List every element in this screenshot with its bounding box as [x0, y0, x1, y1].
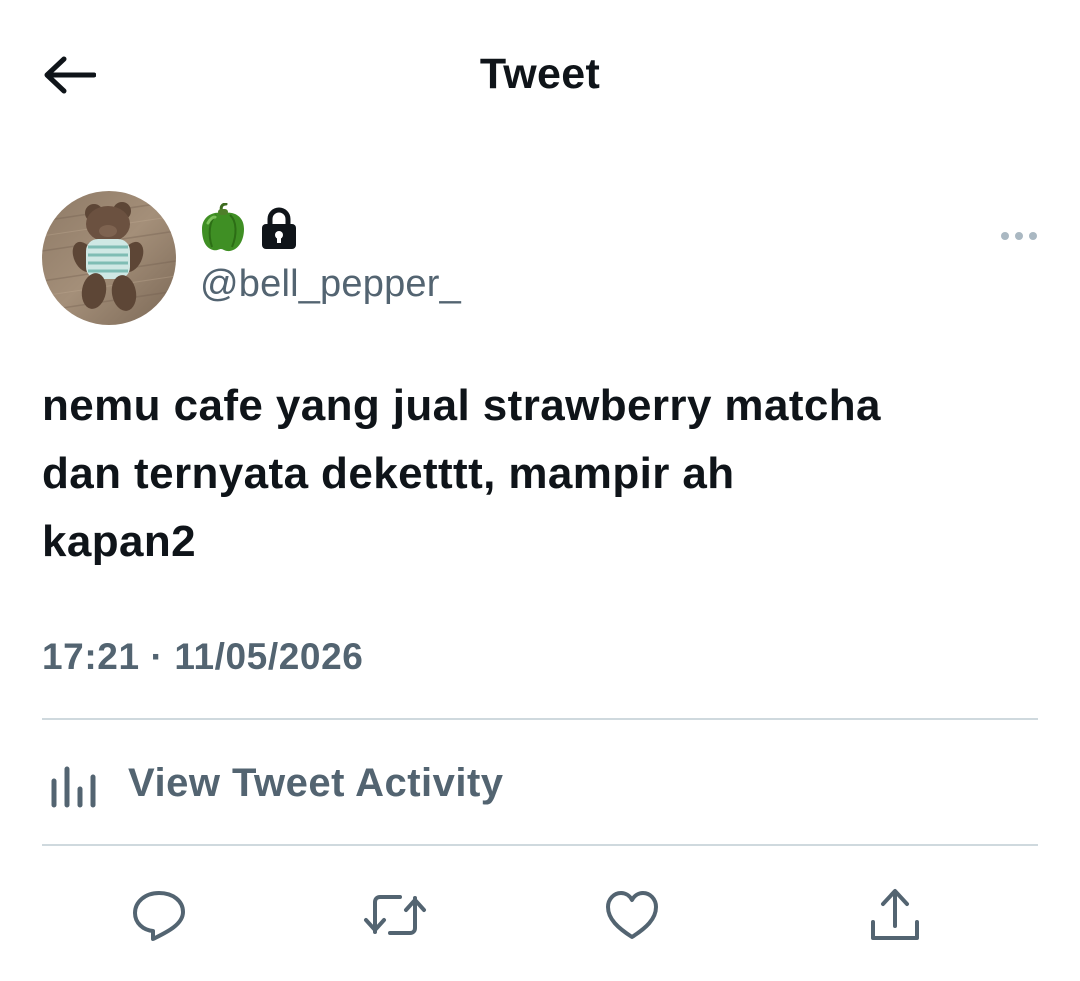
tweet-timestamp[interactable]: 17:21 · 11/05/2026	[42, 636, 363, 678]
tweet-author: @bell_pepper_	[42, 191, 1042, 331]
more-dot	[1029, 232, 1037, 240]
view-tweet-activity-label: View Tweet Activity	[128, 760, 504, 805]
share-button[interactable]	[860, 880, 930, 950]
more-dot	[1001, 232, 1009, 240]
bell-pepper-icon	[202, 203, 244, 252]
share-icon	[871, 889, 919, 940]
user-handle[interactable]: @bell_pepper_	[200, 263, 461, 306]
divider	[42, 718, 1038, 720]
view-tweet-activity-button[interactable]: View Tweet Activity	[42, 722, 1038, 844]
lock-icon	[262, 207, 296, 249]
divider	[42, 844, 1038, 846]
reply-button[interactable]	[124, 880, 194, 950]
bar-chart-icon	[51, 766, 96, 808]
tweet-text: nemu cafe yang jual strawberry matcha da…	[42, 381, 881, 566]
more-options-button[interactable]	[994, 221, 1044, 251]
like-button[interactable]	[597, 880, 667, 950]
top-bar: Tweet	[0, 0, 1080, 150]
page-title: Tweet	[479, 50, 601, 98]
more-dot	[1015, 232, 1023, 240]
reply-icon	[133, 891, 185, 941]
avatar[interactable]	[42, 191, 176, 325]
display-name[interactable]	[200, 203, 298, 253]
heart-icon	[606, 891, 658, 939]
tweet-actions-bar	[0, 880, 1080, 950]
avatar-image	[42, 191, 176, 325]
retweet-icon	[364, 895, 426, 935]
retweet-button[interactable]	[360, 880, 430, 950]
